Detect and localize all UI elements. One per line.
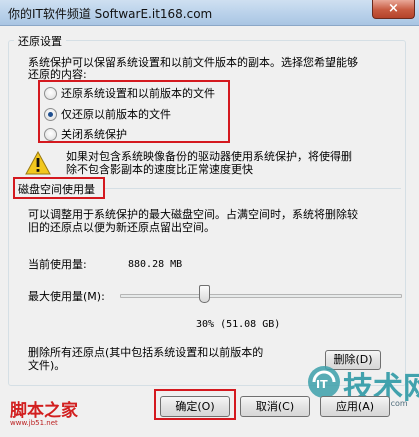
- delete-description-line1: 删除所有还原点(其中包括系统设置和以前版本的: [28, 346, 264, 359]
- current-usage-value: 880.28 MB: [128, 259, 183, 270]
- max-usage-slider-track[interactable]: [120, 294, 402, 298]
- warning-text-line2: 除不包含影副本的速度比正常速度更快: [66, 163, 253, 176]
- radio-button[interactable]: [44, 127, 57, 141]
- apply-button[interactable]: 应用(A): [320, 396, 390, 417]
- close-button[interactable]: ×: [372, 0, 415, 19]
- max-usage-slider-thumb[interactable]: [199, 285, 210, 303]
- disk-description-line1: 可以调整用于系统保护的最大磁盘空间。占满空间时，系统将删除较: [28, 208, 358, 221]
- section-divider: [105, 188, 401, 189]
- current-usage-label: 当前使用量:: [28, 258, 87, 271]
- radio-label: 关闭系统保护: [61, 128, 127, 141]
- ok-button[interactable]: 确定(O): [160, 396, 230, 417]
- radio-button[interactable]: [44, 107, 57, 121]
- radio-restore-system-and-files[interactable]: 还原系统设置和以前版本的文件: [44, 85, 215, 101]
- cancel-button[interactable]: 取消(C): [240, 396, 310, 417]
- svg-text:IT: IT: [316, 378, 328, 391]
- watermark-left-url: www.jb51.net: [10, 419, 58, 427]
- radio-turn-off-protection[interactable]: 关闭系统保护: [44, 126, 127, 142]
- warning-icon: [25, 151, 51, 175]
- radio-label: 仅还原以前版本的文件: [61, 108, 171, 121]
- title-bar: 你的IT软件频道 SoftwarE.it168.com ×: [0, 0, 419, 26]
- close-icon: ×: [388, 1, 399, 16]
- delete-description-line2: 文件)。: [28, 359, 66, 372]
- max-usage-value: 30% (51.08 GB): [196, 319, 281, 330]
- radio-restore-files-only[interactable]: 仅还原以前版本的文件: [44, 106, 171, 122]
- radio-label: 还原系统设置和以前版本的文件: [61, 87, 215, 100]
- disk-usage-title: 磁盘空间使用量: [18, 183, 95, 196]
- restore-settings-title: 还原设置: [14, 33, 66, 49]
- disk-description-line2: 旧的还原点以便为新还原点留出空间。: [28, 221, 215, 234]
- warning-text-line1: 如果对包含系统映像备份的驱动器使用系统保护，将使得删: [66, 150, 352, 163]
- radio-button[interactable]: [44, 86, 57, 100]
- watermark-left-brand: 脚本之家: [10, 401, 78, 421]
- window-title: 你的IT软件频道 SoftwarE.it168.com: [8, 7, 213, 21]
- max-usage-label: 最大使用量(M):: [28, 290, 105, 303]
